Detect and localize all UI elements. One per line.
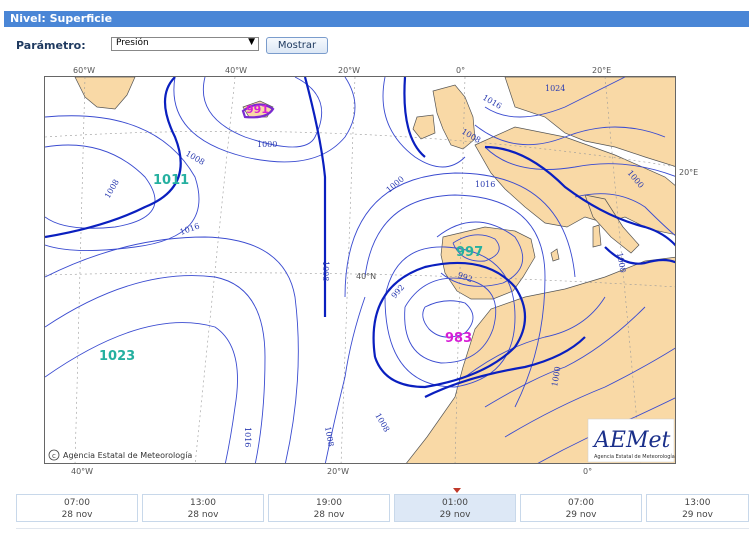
- timeline-step[interactable]: 13:00 28 nov: [142, 494, 264, 522]
- timeline-time: 13:00: [190, 498, 216, 508]
- copyright-text: Agencia Estatal de Meteorología: [63, 451, 192, 460]
- pressure-center: 991: [246, 103, 269, 116]
- lon-label-top: 20°E: [592, 66, 612, 75]
- lon-label-top: 0°: [456, 66, 466, 75]
- timeline-time: 19:00: [316, 498, 342, 508]
- timeline-date: 29 nov: [682, 510, 713, 520]
- timeline-step[interactable]: 13:00 29 nov: [646, 494, 749, 522]
- isobar-label: 1008: [103, 178, 121, 200]
- current-time-marker-icon: [453, 488, 461, 493]
- logo-subtext: Agencia Estatal de Meteorología: [594, 453, 675, 460]
- land-ireland: [412, 114, 436, 140]
- pressure-center: 1023: [99, 349, 135, 364]
- timeline-date: 28 nov: [313, 510, 345, 520]
- parameter-select-value: Presión: [116, 38, 149, 48]
- dropdown-arrow-icon: ▼: [248, 37, 255, 47]
- level-header: Nivel: Superficie: [4, 11, 749, 27]
- logo-text: AEMet: [592, 428, 670, 453]
- timeline-date: 28 nov: [187, 510, 219, 520]
- timeline-time: 07:00: [64, 498, 90, 508]
- isobar-label: 1000: [257, 140, 277, 149]
- lon-label-bottom: 40°W: [71, 467, 94, 476]
- isobar-label: 1016: [481, 93, 503, 111]
- aemet-logo: AEMet Agencia Estatal de Meteorología: [587, 418, 675, 463]
- timeline-time: 01:00: [442, 498, 468, 508]
- copyright-notice: c Agencia Estatal de Meteorología: [48, 449, 192, 461]
- isobar-label: 1008: [615, 252, 627, 274]
- pressure-center: 1011: [153, 173, 189, 188]
- isobar-label: 1008: [184, 149, 206, 167]
- parameter-select[interactable]: Presión ▼: [111, 37, 259, 51]
- timeline-time: 13:00: [684, 498, 711, 508]
- lon-label-top: 60°W: [73, 66, 96, 75]
- timeline-date: 28 nov: [61, 510, 93, 520]
- pressure-center: 983: [445, 331, 472, 346]
- isobar-label: 1016: [475, 180, 495, 189]
- isobar-label: 1016: [179, 221, 201, 236]
- timeline-date: 29 nov: [565, 510, 597, 520]
- lon-label-bottom: 20°W: [327, 467, 350, 476]
- timeline-divider: [16, 528, 749, 529]
- pressure-center: 997: [456, 245, 483, 260]
- lat-label: 40°N: [356, 272, 377, 281]
- timeline-step[interactable]: 07:00 28 nov: [16, 494, 138, 522]
- lon-label-top: 40°W: [225, 66, 248, 75]
- isobar-label: 1008: [321, 261, 330, 281]
- lon-label-right: 20°E: [679, 168, 699, 177]
- svg-text:c: c: [52, 452, 56, 460]
- timeline-step-selected[interactable]: 01:00 29 nov: [394, 494, 516, 522]
- timeline-date: 29 nov: [439, 510, 471, 520]
- lon-label-top: 20°W: [338, 66, 361, 75]
- isobar-label: 1024: [545, 84, 565, 93]
- level-title: Nivel: Superficie: [10, 12, 113, 25]
- land-sardinia: [592, 224, 602, 248]
- timeline: 07:00 28 nov 13:00 28 nov 19:00 28 nov 0…: [16, 494, 749, 522]
- land-greenland: [74, 77, 136, 110]
- show-button[interactable]: Mostrar: [266, 37, 328, 54]
- land-island: [550, 248, 560, 262]
- timeline-step[interactable]: 19:00 28 nov: [268, 494, 390, 522]
- lon-label-bottom: 0°: [583, 467, 593, 476]
- isobar-label: 1016: [243, 427, 252, 447]
- timeline-time: 07:00: [568, 498, 594, 508]
- parameter-label: Parámetro:: [16, 39, 86, 52]
- isobar-label: 1008: [373, 412, 391, 434]
- isobar-label: 1008: [323, 426, 335, 448]
- pressure-map[interactable]: 1024 1016 1008 1000 1008 1016 1008 1000 …: [44, 76, 676, 464]
- map-canvas: 1024 1016 1008 1000 1008 1016 1008 1000 …: [45, 77, 675, 463]
- timeline-step[interactable]: 07:00 29 nov: [520, 494, 642, 522]
